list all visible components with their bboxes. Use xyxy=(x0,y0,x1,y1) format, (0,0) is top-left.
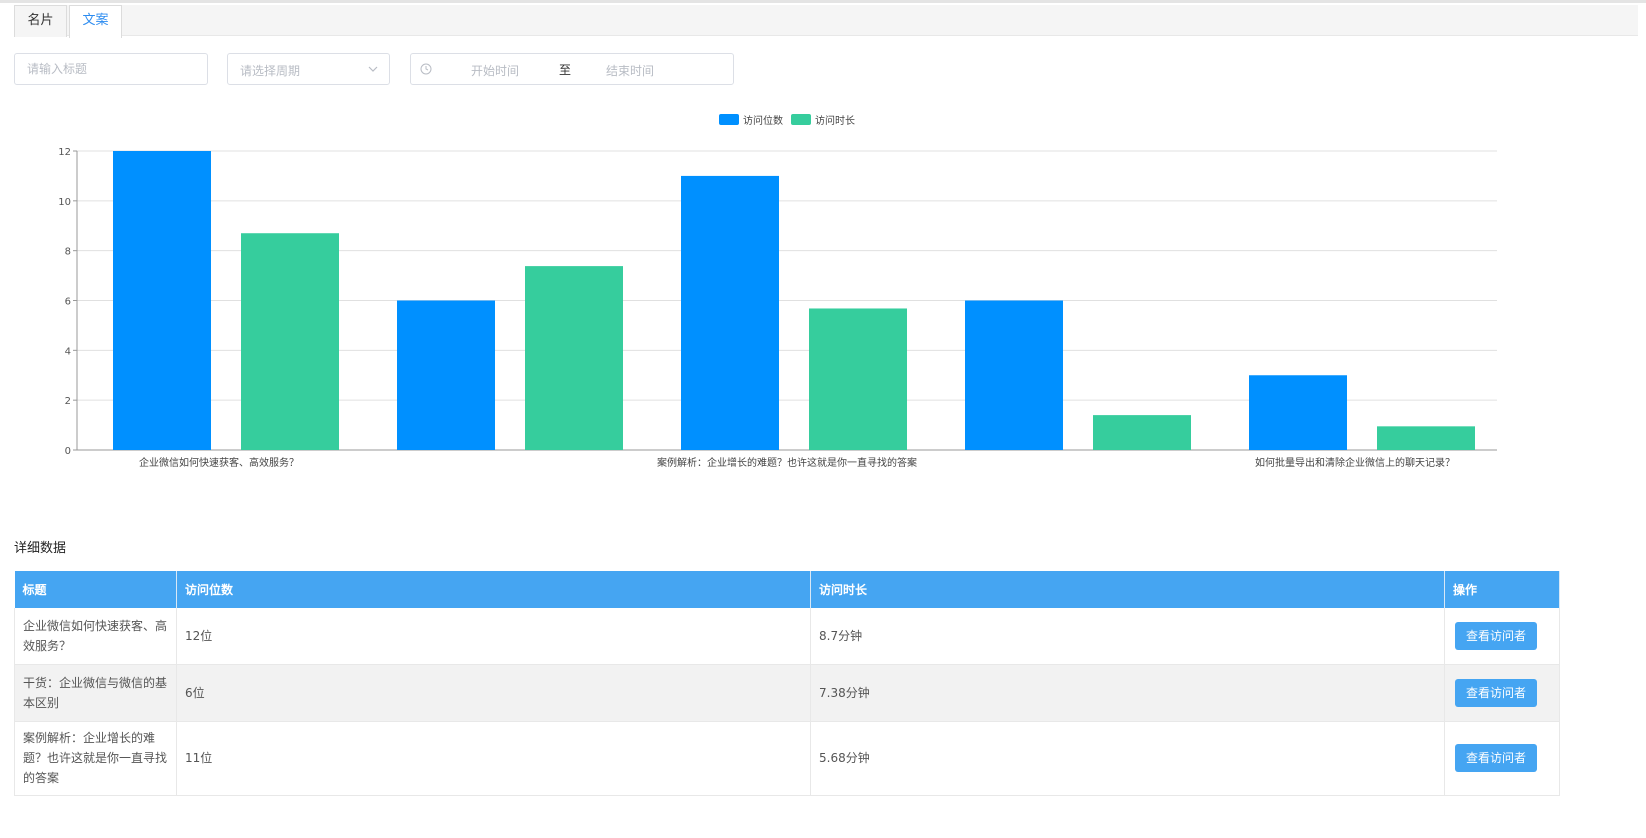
table-row: 案例解析：企业增长的难题？也许这就是你一直寻找的答案 11位 5.68分钟 查看… xyxy=(14,721,1560,796)
view-visitors-button[interactable]: 查看访问者 xyxy=(1455,678,1537,707)
row-duration: 7.38分钟 xyxy=(810,664,1445,722)
x-tick-label: 案例解析：企业增长的难题？也许这就是你一直寻找的答案 xyxy=(657,456,917,469)
bar-duration xyxy=(809,308,907,450)
bar-visits xyxy=(965,300,1063,450)
legend-label-visits: 访问位数 xyxy=(743,114,783,127)
bar-visits xyxy=(1249,375,1347,450)
tab-copywriting[interactable]: 文案 xyxy=(69,5,122,38)
legend-swatch-visits xyxy=(719,114,739,125)
bar-duration xyxy=(1377,426,1475,450)
column-header-duration: 访问时长 xyxy=(810,571,1445,608)
bar-visits xyxy=(397,300,495,450)
row-action-cell: 查看访问者 xyxy=(1444,664,1560,722)
end-time-placeholder[interactable]: 结束时间 xyxy=(606,62,654,79)
row-visits: 11位 xyxy=(176,721,811,796)
y-tick-label: 6 xyxy=(65,297,71,308)
row-visits: 12位 xyxy=(176,608,811,665)
row-title: 干货：企业微信与微信的基本区别 xyxy=(14,664,177,722)
title-search-input[interactable] xyxy=(15,54,207,84)
bar-visits xyxy=(681,175,779,450)
row-action-cell: 查看访问者 xyxy=(1444,721,1560,796)
y-tick-label: 0 xyxy=(65,446,71,457)
period-select-placeholder: 请选择周期 xyxy=(240,64,301,78)
tab-bar: 名片 文案 xyxy=(14,5,1638,38)
row-visits: 6位 xyxy=(176,664,811,722)
row-duration: 5.68分钟 xyxy=(810,721,1445,796)
bar-duration xyxy=(241,233,339,450)
column-header-visits: 访问位数 xyxy=(176,571,811,608)
top-rule xyxy=(0,0,1646,3)
row-title: 企业微信如何快速获客、高效服务？ xyxy=(14,608,177,665)
y-tick-label: 2 xyxy=(65,396,71,407)
y-tick-label: 10 xyxy=(58,197,71,208)
title-search-field[interactable] xyxy=(14,53,208,85)
detail-table: 标题 访问位数 访问时长 操作 企业微信如何快速获客、高效服务？ 12位 8.7… xyxy=(14,571,1560,796)
detail-section-title: 详细数据 xyxy=(14,541,67,556)
legend-swatch-duration xyxy=(791,114,811,125)
view-visitors-button[interactable]: 查看访问者 xyxy=(1455,621,1537,650)
bar-duration xyxy=(1093,415,1191,450)
bar-duration xyxy=(525,266,623,450)
range-separator: 至 xyxy=(559,63,572,77)
table-header-row: 标题 访问位数 访问时长 操作 xyxy=(14,571,1560,608)
start-time-placeholder[interactable]: 开始时间 xyxy=(471,62,519,79)
row-duration: 8.7分钟 xyxy=(810,608,1445,665)
bar-visits xyxy=(113,151,211,450)
y-tick-label: 12 xyxy=(58,147,71,158)
x-tick-label: 如何批量导出和清除企业微信上的聊天记录？ xyxy=(1255,456,1455,469)
x-tick-label: 企业微信如何快速获客、高效服务？ xyxy=(139,456,299,469)
row-action-cell: 查看访问者 xyxy=(1444,608,1560,665)
row-title: 案例解析：企业增长的难题？也许这就是你一直寻找的答案 xyxy=(14,721,177,796)
view-visitors-button[interactable]: 查看访问者 xyxy=(1455,744,1537,772)
period-select[interactable]: 请选择周期 xyxy=(227,53,390,85)
y-tick-label: 4 xyxy=(65,346,71,357)
legend-label-duration: 访问时长 xyxy=(815,114,855,127)
table-row: 企业微信如何快速获客、高效服务？ 12位 8.7分钟 查看访问者 xyxy=(14,608,1560,665)
clock-icon xyxy=(420,63,432,75)
chevron-down-icon xyxy=(368,66,378,72)
visits-duration-bar-chart: 0 2 4 6 8 10 12 企业微信如何快速获客、高效服务？ 案例解析：企业增长的难题？也许… xyxy=(58,114,1497,469)
tab-card[interactable]: 名片 xyxy=(14,5,67,37)
column-header-action: 操作 xyxy=(1444,571,1560,608)
y-tick-label: 8 xyxy=(65,247,71,258)
date-range-picker[interactable]: 开始时间 至 结束时间 xyxy=(410,53,734,85)
column-header-title: 标题 xyxy=(14,571,177,608)
table-row: 干货：企业微信与微信的基本区别 6位 7.38分钟 查看访问者 xyxy=(14,664,1560,722)
